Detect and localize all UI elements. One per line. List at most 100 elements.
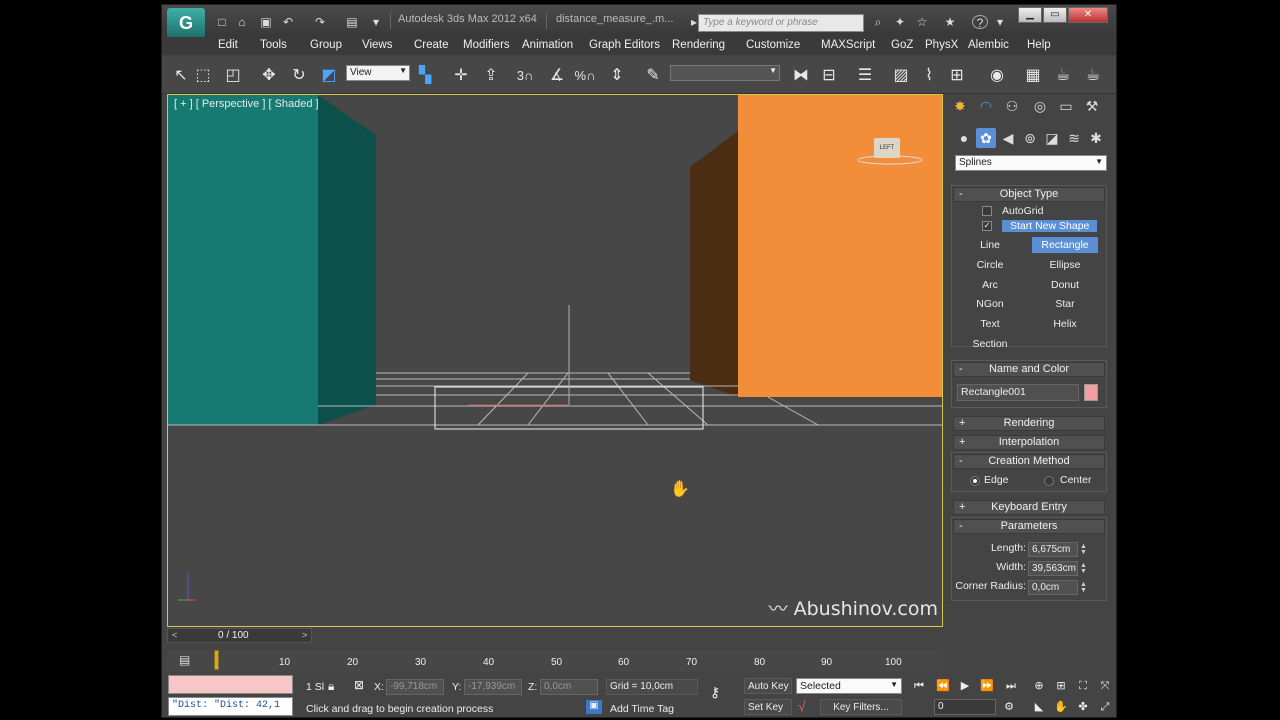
- pivot-center-icon[interactable]: ▚: [414, 65, 436, 87]
- time-tag-icon[interactable]: ▣: [586, 700, 602, 714]
- set-key-button[interactable]: Set Key: [744, 699, 792, 715]
- add-time-tag-button[interactable]: Add Time Tag: [610, 703, 674, 715]
- previous-key-icon[interactable]: ⏪: [934, 678, 952, 694]
- donut-button[interactable]: Donut: [1032, 277, 1098, 293]
- center-radio[interactable]: [1044, 476, 1054, 486]
- render-setup-icon[interactable]: ▦: [1022, 65, 1044, 87]
- display-tab-icon[interactable]: ▭: [1056, 96, 1076, 116]
- align-icon[interactable]: ⊟: [818, 65, 840, 87]
- viewport-label[interactable]: [ + ] [ Perspective ] [ Shaded ]: [174, 98, 319, 110]
- material-editor-icon[interactable]: ◉: [986, 65, 1008, 87]
- orange-box-side[interactable]: [690, 131, 738, 397]
- length-spinner-icon[interactable]: ▲ ▼: [1080, 543, 1087, 556]
- go-to-start-icon[interactable]: ⏮: [910, 678, 928, 694]
- binoculars-icon[interactable]: ⌕: [870, 15, 886, 29]
- shapes-icon[interactable]: ✿: [976, 128, 996, 148]
- object-color-swatch[interactable]: [1084, 384, 1098, 401]
- edit-named-selection-icon[interactable]: ✎: [642, 65, 664, 87]
- arc-button[interactable]: Arc: [957, 277, 1023, 293]
- search-input[interactable]: Type a keyword or phrase: [698, 14, 864, 32]
- track-bar[interactable]: ▤ 10 20 30 40 50 60 70 80 90 100: [167, 650, 943, 672]
- corner-radius-input[interactable]: 0,0cm: [1028, 580, 1078, 595]
- text-button[interactable]: Text: [957, 316, 1023, 332]
- menu-group[interactable]: Group: [310, 39, 342, 51]
- star-button[interactable]: Star: [1032, 296, 1098, 312]
- category-dropdown[interactable]: Splines ▼: [955, 155, 1107, 171]
- favorites-icon[interactable]: ★: [942, 15, 958, 29]
- utilities-tab-icon[interactable]: ⚒: [1082, 96, 1102, 116]
- y-coordinate-field[interactable]: -17,939cm: [464, 679, 522, 695]
- z-coordinate-field[interactable]: 0,0cm: [540, 679, 598, 695]
- menu-maxscript[interactable]: MAXScript: [821, 39, 875, 51]
- menu-views[interactable]: Views: [362, 39, 392, 51]
- ngon-button[interactable]: NGon: [957, 296, 1023, 312]
- menu-physx[interactable]: PhysX: [925, 39, 958, 51]
- zoom-extents-icon[interactable]: ⛶: [1074, 678, 1092, 694]
- keyboard-entry-header[interactable]: + Keyboard Entry: [953, 500, 1105, 515]
- corner-radius-spinner-icon[interactable]: ▲ ▼: [1080, 581, 1087, 594]
- absolute-mode-icon[interactable]: ⊠: [354, 678, 364, 692]
- menu-alembic[interactable]: Alembic: [968, 39, 1009, 51]
- named-selection-dropdown[interactable]: ▼: [670, 65, 780, 81]
- redo-icon[interactable]: ↷: [312, 15, 328, 29]
- width-spinner-icon[interactable]: ▲ ▼: [1080, 562, 1087, 575]
- viewcube-face[interactable]: LEFT: [874, 138, 900, 158]
- percent-snap-icon[interactable]: %∩: [574, 65, 596, 87]
- playhead[interactable]: [214, 650, 219, 670]
- spinner-snap-icon[interactable]: ⇕: [606, 65, 628, 87]
- menu-tools[interactable]: Tools: [260, 39, 287, 51]
- go-to-end-icon[interactable]: ⏭: [1002, 678, 1020, 694]
- key-mode-icon[interactable]: ⚷: [710, 684, 720, 701]
- cameras-icon[interactable]: ⊚: [1020, 128, 1040, 148]
- perspective-viewport[interactable]: [ + ] [ Perspective ] [ Shaded ] LEFT ✋ …: [167, 94, 943, 627]
- help-icon[interactable]: ?: [972, 15, 988, 30]
- move-icon[interactable]: ✥: [258, 65, 280, 87]
- teal-box-front[interactable]: [168, 95, 318, 425]
- systems-icon[interactable]: ✱: [1086, 128, 1106, 148]
- save-icon[interactable]: ▣: [258, 15, 274, 29]
- object-type-header[interactable]: - Object Type: [953, 187, 1105, 202]
- scale-icon[interactable]: ◩: [318, 65, 340, 87]
- time-slider[interactable]: < 0 / 100 >: [167, 628, 312, 643]
- pan-view-icon[interactable]: ✋: [1052, 699, 1070, 715]
- previous-frame-icon[interactable]: <: [172, 630, 177, 640]
- circle-button[interactable]: Circle: [957, 257, 1023, 273]
- lock-selection-icon[interactable]: 🔒︎: [328, 679, 334, 694]
- menu-rendering[interactable]: Rendering: [672, 39, 725, 51]
- x-coordinate-field[interactable]: -99,718cm: [386, 679, 444, 695]
- line-button[interactable]: Line: [957, 237, 1023, 253]
- rectangle-button[interactable]: Rectangle: [1032, 237, 1098, 253]
- scene-explorer-icon[interactable]: ▨: [890, 65, 912, 87]
- project-folder-icon[interactable]: ▤: [344, 15, 360, 29]
- select-object-icon[interactable]: ↖: [170, 65, 192, 87]
- name-color-header[interactable]: - Name and Color: [953, 362, 1105, 377]
- communication-center-icon[interactable]: ☆: [914, 15, 930, 29]
- mirror-icon[interactable]: ⧓: [790, 65, 812, 87]
- select-manipulate-icon[interactable]: ✛: [450, 65, 472, 87]
- menu-customize[interactable]: Customize: [746, 39, 800, 51]
- maximize-button[interactable]: ▭: [1043, 7, 1067, 23]
- menu-graph-editors[interactable]: Graph Editors: [589, 39, 660, 51]
- autogrid-checkbox[interactable]: [982, 206, 992, 216]
- auto-key-button[interactable]: Auto Key: [744, 678, 792, 694]
- start-new-shape-checkbox[interactable]: ✓: [982, 221, 992, 231]
- creation-method-header[interactable]: - Creation Method: [953, 454, 1105, 469]
- key-filters-button[interactable]: Key Filters...: [820, 699, 902, 715]
- maxscript-listener-input[interactable]: [168, 675, 293, 694]
- section-button[interactable]: Section: [957, 336, 1023, 352]
- menu-animation[interactable]: Animation: [522, 39, 573, 51]
- curve-editor-icon[interactable]: ⌇: [918, 65, 940, 87]
- minimize-button[interactable]: ▁: [1018, 7, 1042, 23]
- orbit-icon[interactable]: ✤: [1074, 699, 1092, 715]
- ellipse-button[interactable]: Ellipse: [1032, 257, 1098, 273]
- help-dropdown-icon[interactable]: ▾: [992, 15, 1008, 29]
- play-icon[interactable]: ▶: [956, 678, 974, 694]
- menu-goz[interactable]: GoZ: [891, 39, 913, 51]
- motion-tab-icon[interactable]: ◎: [1030, 96, 1050, 116]
- zoom-icon[interactable]: ⊕: [1030, 678, 1048, 694]
- current-frame-field[interactable]: 0: [934, 699, 996, 715]
- edge-radio[interactable]: [970, 476, 980, 486]
- menu-modifiers[interactable]: Modifiers: [463, 39, 510, 51]
- app-logo-button[interactable]: G: [167, 8, 205, 38]
- reference-coord-dropdown[interactable]: View ▼: [346, 65, 410, 81]
